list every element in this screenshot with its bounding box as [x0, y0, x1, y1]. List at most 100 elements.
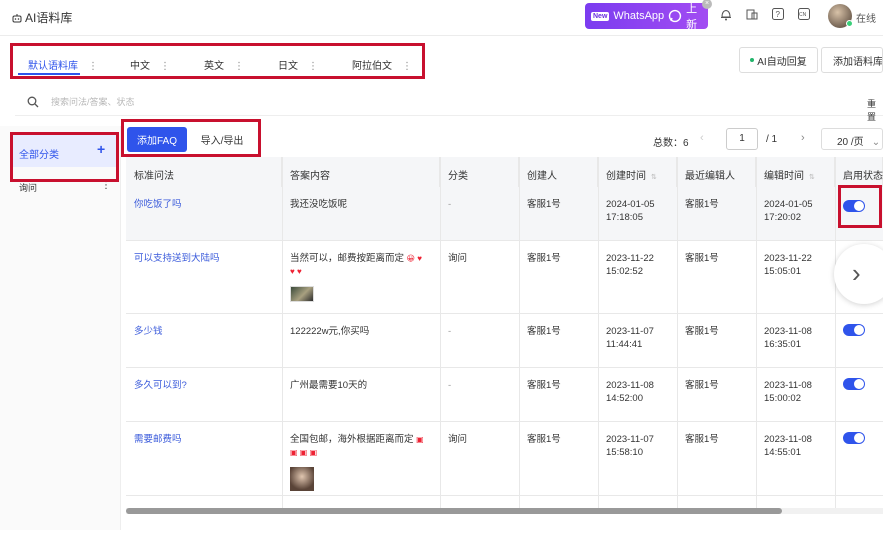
more-icon: ⋮ — [88, 61, 98, 72]
prev-page-icon[interactable]: ‹ — [700, 132, 704, 144]
editor-text: 客服1号 — [685, 434, 719, 445]
tab-chinese[interactable]: 中文 ⋮ — [130, 57, 170, 72]
answer-text: 全国包邮，海外根据距离而定 ▣ ▣ ▣ ▣ — [290, 434, 424, 457]
answer-text: 122222w元,你买吗 — [290, 326, 370, 337]
category-text: 询问 — [448, 253, 468, 264]
table-row: 可以支持送到大陆吗 当然可以，邮费按距离而定 😀 ♥ ♥ ♥ 询问 客服1号 20… — [126, 241, 883, 314]
close-icon[interactable]: × — [702, 0, 712, 9]
column-header-created-time[interactable]: 创建时间 ⇅ — [598, 157, 677, 187]
whatsapp-banner[interactable]: New WhatsApp 上新 × — [585, 0, 712, 31]
edited-time: 2023-11-08 14:55:01 — [764, 434, 812, 458]
active-tab-underline — [18, 73, 80, 75]
help-icon[interactable]: ? — [771, 8, 785, 22]
faq-table: 标准问法 答案内容 分类 创建人 创建时间 ⇅ 最近编辑人 编辑时间 ⇅ 启用状态 … — [126, 157, 883, 509]
answer-image[interactable] — [290, 286, 314, 302]
whatsapp-icon — [668, 9, 682, 23]
enabled-toggle[interactable] — [843, 432, 865, 444]
column-header-answer: 答案内容 — [282, 157, 440, 187]
creator-text: 客服1号 — [527, 326, 561, 337]
horizontal-scrollbar-thumb[interactable] — [126, 508, 782, 514]
highlight-box-toggle — [838, 185, 882, 228]
question-link[interactable]: 多少钱 — [134, 325, 163, 338]
language-badge: CN — [799, 12, 807, 18]
tab-japanese[interactable]: 日文 ⋮ — [278, 57, 318, 72]
edited-time: 2023-11-08 16:35:01 — [764, 326, 812, 350]
column-header-enabled: 启用状态 — [835, 157, 883, 187]
status-text[interactable]: 在线 — [856, 10, 876, 25]
created-time: 2024-01-05 17:18:05 — [606, 199, 655, 223]
category-text: - — [448, 326, 452, 337]
created-time: 2023-11-22 15:02:52 — [606, 253, 654, 277]
category-text: - — [448, 199, 452, 210]
reset-button[interactable]: 重置 — [867, 97, 883, 123]
status-dot-icon — [750, 58, 755, 62]
app-title-text: AI语料库 — [25, 11, 73, 25]
new-badge: New — [591, 11, 610, 21]
ai-auto-reply-button[interactable]: AI自动回复 — [739, 47, 818, 73]
column-header-last-editor: 最近编辑人 — [677, 157, 756, 187]
column-divider — [677, 157, 678, 509]
page-input[interactable]: 1 — [726, 128, 758, 150]
creator-text: 客服1号 — [527, 253, 561, 264]
editor-text: 客服1号 — [685, 253, 719, 264]
category-text: 询问 — [448, 434, 468, 445]
category-text: - — [448, 380, 452, 391]
top-bar: AI语料库 New WhatsApp 上新 × ? CN 在线 — [0, 0, 883, 36]
search-icon — [27, 96, 39, 108]
column-header-creator: 创建人 — [519, 157, 598, 187]
column-divider — [835, 157, 836, 509]
enabled-toggle[interactable] — [843, 378, 865, 390]
column-header-edited-time[interactable]: 编辑时间 ⇅ — [756, 157, 835, 187]
add-library-button[interactable]: 添加语料库 — [821, 47, 883, 73]
online-status-dot — [846, 20, 853, 27]
search-bar: 重置 — [15, 88, 883, 122]
column-divider — [598, 157, 599, 509]
answer-text: 我还没吃饭呢 — [290, 199, 348, 210]
total-pages: / 1 — [766, 134, 778, 145]
chevron-right-icon: › — [852, 258, 861, 288]
created-time: 2023-11-07 15:58:10 — [606, 434, 654, 458]
edited-time: 2023-11-22 15:05:01 — [764, 253, 812, 277]
total-count: 总数：6 — [653, 138, 689, 149]
chevron-down-icon: ⌄ — [871, 137, 881, 148]
answer-image[interactable] — [290, 467, 314, 491]
highlight-box-categories — [10, 132, 119, 182]
window-icon[interactable] — [745, 8, 759, 22]
enabled-toggle[interactable] — [843, 324, 865, 336]
column-header-question: 标准问法 — [126, 157, 282, 187]
emoji-icon: 😀 ♥ — [406, 254, 422, 263]
question-link[interactable]: 可以支持送到大陆吗 — [134, 252, 220, 265]
banner-text: WhatsApp — [613, 10, 665, 22]
search-input[interactable] — [51, 93, 551, 111]
question-link[interactable]: 多久可以到? — [134, 379, 187, 392]
highlight-box-actions — [121, 119, 261, 157]
emoji-icon: ▣ — [416, 435, 424, 444]
more-icon: ⋮ — [160, 61, 170, 72]
tab-default-library[interactable]: 默认语料库 ⋮ — [28, 57, 98, 72]
table-row: 多久可以到? 广州最需要10天的 - 客服1号 2023-11-08 14:52:… — [126, 368, 883, 422]
tab-english[interactable]: 英文 ⋮ — [204, 57, 244, 72]
question-link[interactable]: 你吃饭了吗 — [134, 198, 182, 211]
svg-text:?: ? — [776, 10, 781, 19]
robot-icon — [12, 13, 22, 22]
question-link[interactable]: 需要邮费吗 — [134, 433, 182, 446]
bell-icon[interactable] — [719, 8, 733, 22]
edited-time: 2023-11-08 15:00:02 — [764, 380, 812, 404]
creator-text: 客服1号 — [527, 434, 561, 445]
sort-icon: ⇅ — [809, 174, 815, 181]
page-size-select[interactable]: 20 /页 ⌄ — [821, 128, 883, 150]
table-row: 多少钱 122222w元,你买吗 - 客服1号 2023-11-07 11:44:… — [126, 314, 883, 368]
creator-text: 客服1号 — [527, 380, 561, 391]
creator-text: 客服1号 — [527, 199, 561, 210]
category-item-inquiry[interactable]: 询问 — [19, 181, 37, 194]
sort-icon: ⇅ — [651, 174, 657, 181]
column-divider — [282, 157, 283, 509]
tab-arabic[interactable]: 阿拉伯文 ⋮ — [352, 57, 412, 72]
created-time: 2023-11-07 11:44:41 — [606, 326, 654, 350]
more-icon: ⋮ — [234, 61, 244, 72]
table-row: 你吃饭了吗 我还没吃饭呢 - 客服1号 2024-01-05 17:18:05 客… — [126, 187, 883, 241]
editor-text: 客服1号 — [685, 326, 719, 337]
next-page-icon[interactable]: › — [801, 132, 805, 144]
edited-time: 2024-01-05 17:20:02 — [764, 199, 813, 223]
answer-text: 广州最需要10天的 — [290, 380, 368, 391]
